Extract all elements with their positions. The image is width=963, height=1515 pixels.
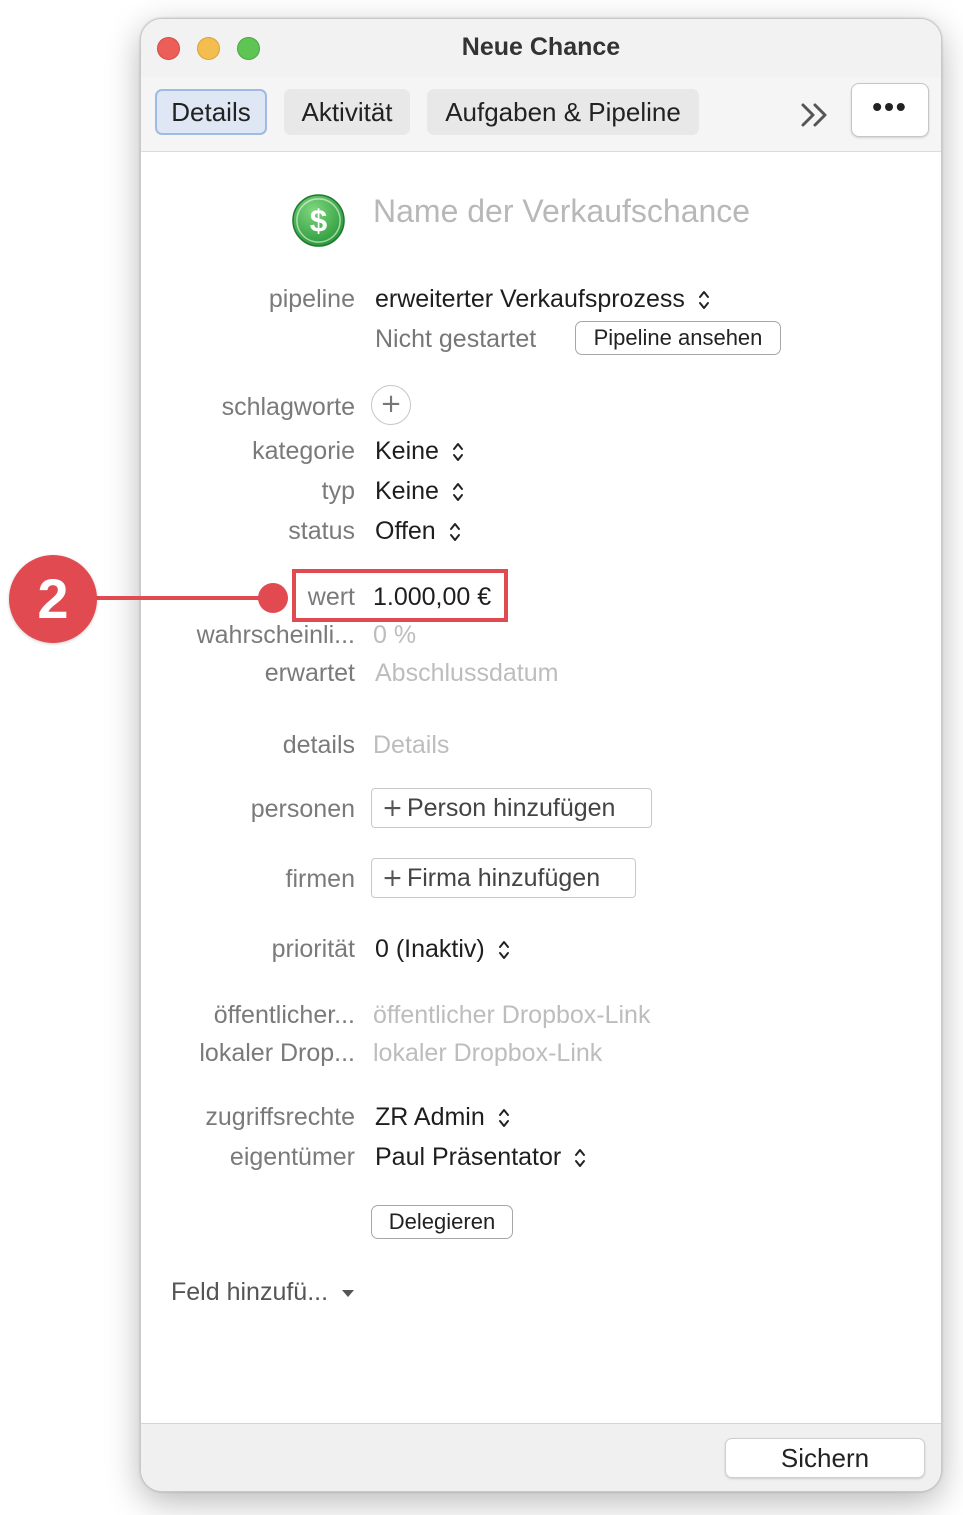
category-select[interactable]: Keine (375, 436, 464, 466)
persons-label: personen (250, 795, 355, 823)
add-tag-button[interactable]: + (371, 385, 411, 425)
priority-label: priorität (271, 935, 355, 963)
details-label: details (282, 731, 355, 759)
probability-label: wahrscheinli... (196, 621, 355, 649)
value-highlight-box (292, 569, 508, 622)
stepper-icon (498, 941, 509, 960)
delegate-button[interactable]: Delegieren (371, 1205, 513, 1239)
pipeline-label: pipeline (268, 285, 355, 313)
title-bar: Neue Chance (141, 19, 941, 78)
tags-label: schlagworte (221, 393, 355, 421)
pipeline-value: erweiterter Verkaufsprozess (375, 285, 685, 313)
stepper-icon (452, 483, 463, 502)
public-link-label: öffentlicher... (213, 1001, 355, 1029)
add-person-label: Person hinzufügen (406, 794, 616, 822)
new-opportunity-window: Neue Chance Details Aktivität Aufgaben &… (140, 18, 942, 1492)
add-person-button[interactable]: + Person hinzufügen (371, 788, 652, 828)
category-value: Keine (375, 437, 439, 465)
callout-number-badge: 2 (9, 555, 97, 643)
footer-bar: Sichern (141, 1423, 941, 1491)
toolbar: Details Aktivität Aufgaben & Pipeline ••… (141, 77, 941, 152)
priority-select[interactable]: 0 (Inaktiv) (375, 934, 510, 964)
public-dropbox-link-field[interactable]: öffentlicher Dropbox-Link (373, 1000, 650, 1030)
tab-details[interactable]: Details (155, 89, 267, 135)
stepper-icon (575, 1149, 586, 1168)
stepper-icon (498, 1109, 509, 1128)
view-pipeline-button[interactable]: Pipeline ansehen (575, 321, 781, 355)
probability-field[interactable]: 0 % (373, 620, 416, 650)
chevron-double-right-icon[interactable] (795, 95, 835, 135)
save-button[interactable]: Sichern (725, 1438, 925, 1478)
add-company-button[interactable]: + Firma hinzufügen (371, 858, 636, 898)
status-value: Offen (375, 517, 436, 545)
tab-aufgaben-pipeline[interactable]: Aufgaben & Pipeline (427, 89, 699, 135)
status-select[interactable]: Offen (375, 516, 461, 546)
dollar-icon: $ (292, 194, 345, 247)
owner-value: Paul Präsentator (375, 1143, 562, 1171)
dropdown-triangle-icon (341, 1290, 354, 1298)
access-rights-value: ZR Admin (375, 1103, 485, 1131)
add-field-menu[interactable]: Feld hinzufü... (171, 1277, 355, 1307)
type-value: Keine (375, 477, 439, 505)
expected-label: erwartet (264, 659, 355, 687)
status-label: status (288, 517, 355, 545)
callout-dot (258, 583, 288, 613)
add-company-label: Firma hinzufügen (406, 864, 601, 892)
add-field-label: Feld hinzufü... (171, 1278, 329, 1306)
access-rights-label: zugriffsrechte (205, 1103, 355, 1131)
pipeline-select[interactable]: erweiterter Verkaufsprozess (375, 284, 710, 314)
expected-date-field[interactable]: Abschlussdatum (375, 658, 558, 688)
opportunity-name-input[interactable] (373, 189, 893, 233)
local-link-label: lokaler Drop... (199, 1039, 355, 1067)
callout-line (92, 596, 274, 600)
local-dropbox-link-field[interactable]: lokaler Dropbox-Link (373, 1038, 602, 1068)
tab-aktivitaet[interactable]: Aktivität (284, 89, 410, 135)
type-select[interactable]: Keine (375, 476, 464, 506)
companies-label: firmen (285, 865, 355, 893)
owner-select[interactable]: Paul Präsentator (375, 1142, 586, 1172)
category-label: kategorie (252, 437, 355, 465)
plus-icon: + (380, 389, 402, 419)
svg-text:$: $ (310, 203, 328, 238)
stepper-icon (452, 443, 463, 462)
type-label: typ (321, 477, 355, 505)
plus-icon: + (382, 863, 403, 892)
owner-label: eigentümer (229, 1143, 355, 1171)
chevron-double-right-icon (801, 103, 827, 127)
details-field[interactable]: Details (373, 730, 449, 760)
more-options-button[interactable]: ••• (851, 83, 929, 137)
access-rights-select[interactable]: ZR Admin (375, 1102, 510, 1132)
priority-value: 0 (Inaktiv) (375, 935, 485, 963)
stepper-icon (449, 523, 460, 542)
window-title: Neue Chance (461, 33, 621, 61)
plus-icon: + (382, 793, 403, 822)
stepper-icon (698, 291, 709, 310)
pipeline-status: Nicht gestartet (375, 325, 537, 353)
